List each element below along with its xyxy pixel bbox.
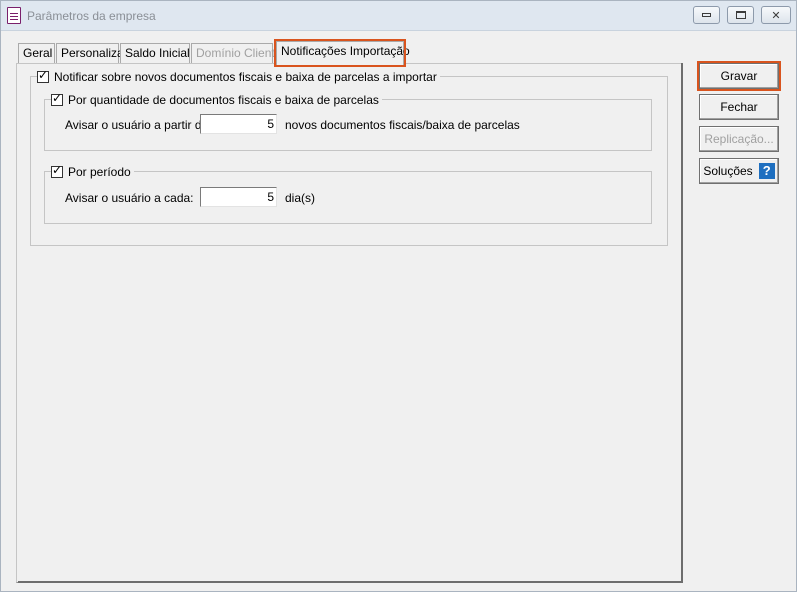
checkmark-icon: ✓ — [52, 163, 63, 177]
tab-personaliza[interactable]: Personaliza — [56, 43, 124, 64]
panel-border-bottom — [18, 581, 683, 583]
period-checkbox-row[interactable]: ✓ Por período — [51, 163, 134, 179]
solucoes-button-label: Soluções — [703, 164, 753, 178]
minimize-button[interactable] — [693, 6, 720, 24]
tab-notificacoes-importacao[interactable]: Notificações Importação — [274, 39, 410, 67]
panel-border-right — [681, 63, 683, 583]
minimize-icon — [702, 13, 711, 17]
close-button[interactable]: ✕ — [761, 6, 791, 24]
notify-checkbox-label: Notificar sobre novos documentos fiscais… — [54, 70, 437, 84]
tab-saldo-inicial[interactable]: Saldo Inicial — [120, 43, 190, 64]
period-input[interactable]: 5 — [200, 187, 277, 207]
maximize-icon — [735, 11, 746, 19]
period-checkbox-label: Por período — [68, 165, 131, 179]
period-suffix-label: dia(s) — [285, 191, 316, 205]
replicacao-button: Replicação... — [699, 126, 779, 152]
fechar-button-label: Fechar — [720, 100, 758, 114]
tab-dominio-cliente: Domínio Cliente — [191, 43, 281, 64]
notify-checkbox[interactable]: ✓ — [37, 68, 49, 83]
quantity-checkbox[interactable]: ✓ — [51, 91, 63, 106]
title-bar[interactable]: Parâmetros da empresa ✕ — [1, 1, 796, 31]
parametros-window: Parâmetros da empresa ✕ Geral Personaliz… — [0, 0, 797, 592]
solucoes-button[interactable]: Soluções ? — [699, 158, 779, 184]
quantity-field-label: Avisar o usuário a partir de: — [65, 118, 212, 132]
quantity-checkbox-label: Por quantidade de documentos fiscais e b… — [68, 93, 379, 107]
checkmark-icon: ✓ — [38, 68, 49, 82]
fechar-button[interactable]: Fechar — [699, 94, 779, 120]
quantity-checkbox-row[interactable]: ✓ Por quantidade de documentos fiscais e… — [51, 91, 382, 107]
window-title: Parâmetros da empresa — [27, 9, 156, 23]
gravar-button[interactable]: Gravar — [697, 61, 781, 91]
app-document-icon — [7, 7, 21, 24]
quantity-suffix-label: novos documentos fiscais/baixa de parcel… — [285, 118, 520, 132]
notify-checkbox-row[interactable]: ✓ Notificar sobre novos documentos fisca… — [37, 68, 440, 84]
maximize-button[interactable] — [727, 6, 754, 24]
quantity-input[interactable]: 5 — [200, 114, 277, 134]
tab-geral[interactable]: Geral — [18, 43, 55, 64]
period-checkbox[interactable]: ✓ — [51, 163, 63, 178]
gravar-button-label: Gravar — [720, 69, 758, 83]
close-icon: ✕ — [771, 8, 781, 22]
checkmark-icon: ✓ — [52, 91, 63, 105]
replicacao-button-label: Replicação... — [704, 132, 774, 146]
period-field-label: Avisar o usuário a cada: — [65, 191, 194, 205]
help-icon: ? — [758, 163, 775, 179]
